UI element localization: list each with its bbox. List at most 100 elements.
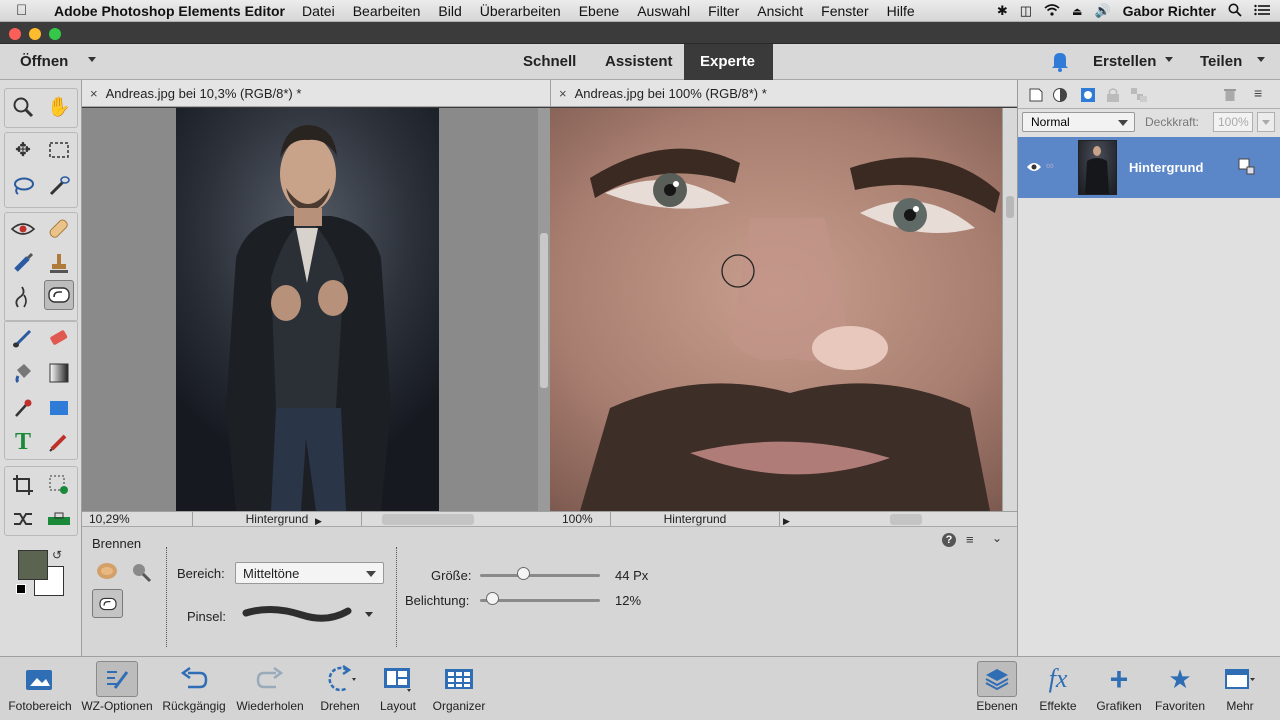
- app-name[interactable]: Adobe Photoshop Elements Editor: [54, 3, 285, 19]
- favorites-button[interactable]: ★ Favoriten: [1150, 661, 1210, 719]
- panel-menu-icon[interactable]: ≡: [1254, 85, 1262, 101]
- menu-ansicht[interactable]: Ansicht: [757, 3, 803, 19]
- background-lock-icon[interactable]: [1238, 158, 1256, 181]
- red-eye-tool-icon[interactable]: [8, 214, 38, 244]
- lock-transparency-icon[interactable]: [1130, 87, 1148, 108]
- adjustment-layer-icon[interactable]: [1052, 87, 1072, 108]
- apple-icon[interactable]: : [16, 2, 36, 19]
- size-slider-handle[interactable]: [517, 567, 531, 580]
- delete-layer-icon[interactable]: [1223, 86, 1237, 107]
- paint-bucket-icon[interactable]: [8, 358, 38, 388]
- brush-dropdown-icon[interactable]: [365, 612, 373, 617]
- layer-link-icon[interactable]: ∞: [1046, 160, 1054, 172]
- blend-mode-select[interactable]: Normal: [1022, 112, 1135, 132]
- sponge-tool-option-icon[interactable]: [130, 561, 152, 586]
- bluetooth-icon[interactable]: ✱: [997, 3, 1008, 19]
- layout-button[interactable]: Layout: [372, 661, 424, 719]
- menu-hilfe[interactable]: Hilfe: [887, 3, 915, 19]
- layers-panel-button[interactable]: Ebenen: [972, 661, 1022, 719]
- tab-assistent[interactable]: Assistent: [589, 44, 689, 80]
- brush-preview[interactable]: [242, 599, 352, 632]
- options-menu-icon[interactable]: ≡: [966, 532, 974, 547]
- zoom-level[interactable]: 100%: [562, 512, 593, 527]
- volume-icon[interactable]: 🔊: [1094, 3, 1110, 19]
- canvas-left[interactable]: [82, 108, 550, 511]
- lock-all-icon[interactable]: [1106, 87, 1120, 108]
- layer-name[interactable]: Hintergrund: [1129, 160, 1203, 175]
- swap-colors-icon[interactable]: ↺: [52, 548, 62, 562]
- zoom-window-button[interactable]: [49, 28, 61, 40]
- horizontal-scrollbar-right[interactable]: [890, 514, 922, 525]
- new-layer-icon[interactable]: [1028, 87, 1044, 108]
- create-dropdown-icon[interactable]: [1165, 57, 1173, 62]
- lasso-tool-icon[interactable]: [8, 171, 38, 201]
- create-button[interactable]: Erstellen: [1093, 53, 1156, 70]
- undo-button[interactable]: Rückgängig: [158, 661, 230, 719]
- menu-bild[interactable]: Bild: [438, 3, 461, 19]
- open-button[interactable]: Öffnen: [20, 53, 68, 70]
- spot-healing-brush-icon[interactable]: [44, 214, 74, 244]
- menu-fenster[interactable]: Fenster: [821, 3, 868, 19]
- redo-button[interactable]: Wiederholen: [232, 661, 308, 719]
- layer-mask-icon[interactable]: [1080, 87, 1096, 108]
- eyedropper-icon[interactable]: [8, 393, 38, 423]
- menu-ueberarbeiten[interactable]: Überarbeiten: [480, 3, 561, 19]
- crop-tool-icon[interactable]: [8, 470, 38, 500]
- minimize-window-button[interactable]: [29, 28, 41, 40]
- layer-row-hintergrund[interactable]: ∞ Hintergrund: [1018, 137, 1280, 198]
- dodge-tool-option-icon[interactable]: [92, 589, 123, 618]
- pencil-tool-icon[interactable]: [44, 427, 74, 457]
- range-select[interactable]: Mitteltöne: [235, 562, 384, 584]
- hand-tool-icon[interactable]: ✋: [44, 92, 74, 122]
- help-icon[interactable]: ?: [942, 533, 956, 547]
- quick-selection-tool-icon[interactable]: [44, 171, 74, 201]
- opacity-dropdown-icon[interactable]: [1257, 112, 1275, 132]
- default-colors-icon[interactable]: [16, 584, 26, 594]
- more-button[interactable]: Mehr: [1214, 661, 1266, 719]
- zoom-level[interactable]: 10,29%: [89, 512, 130, 527]
- share-dropdown-icon[interactable]: [1257, 57, 1265, 62]
- straighten-tool-icon[interactable]: [44, 504, 74, 534]
- clone-stamp-icon[interactable]: [44, 248, 74, 278]
- menu-auswahl[interactable]: Auswahl: [637, 3, 690, 19]
- exposure-slider-handle[interactable]: [486, 592, 499, 605]
- menu-ebene[interactable]: Ebene: [579, 3, 619, 19]
- notification-list-icon[interactable]: [1254, 3, 1270, 19]
- shape-tool-icon[interactable]: [44, 393, 74, 423]
- share-button[interactable]: Teilen: [1200, 53, 1242, 70]
- handoff-icon[interactable]: ◫: [1020, 3, 1032, 19]
- organizer-button[interactable]: Organizer: [428, 661, 490, 719]
- move-tool-icon[interactable]: ✥: [8, 135, 38, 165]
- eraser-tool-icon[interactable]: [44, 323, 74, 353]
- wifi-icon[interactable]: [1044, 3, 1060, 19]
- recompose-tool-icon[interactable]: [44, 470, 74, 500]
- collapse-options-icon[interactable]: ⌄: [992, 531, 1002, 545]
- tab-experte[interactable]: Experte: [684, 44, 773, 80]
- menu-datei[interactable]: Datei: [302, 3, 335, 19]
- eject-icon[interactable]: ⏏: [1072, 5, 1082, 18]
- user-name[interactable]: Gabor Richter: [1123, 3, 1216, 19]
- text-tool-icon[interactable]: T: [8, 427, 38, 457]
- close-document-icon[interactable]: ×: [559, 86, 567, 101]
- tool-options-button[interactable]: WZ-Optionen: [78, 661, 156, 719]
- zoom-tool-icon[interactable]: [8, 92, 38, 122]
- content-aware-move-icon[interactable]: [8, 504, 38, 534]
- rotate-button[interactable]: Drehen: [310, 661, 370, 719]
- marquee-tool-icon[interactable]: [44, 135, 74, 165]
- photo-bin-button[interactable]: Fotobereich: [4, 661, 76, 719]
- close-window-button[interactable]: [9, 28, 21, 40]
- horizontal-scrollbar-left[interactable]: [382, 514, 474, 525]
- visibility-eye-icon[interactable]: [1026, 160, 1042, 178]
- open-dropdown-icon[interactable]: [88, 57, 96, 62]
- smart-brush-icon[interactable]: [8, 248, 38, 278]
- gradient-tool-icon[interactable]: [44, 358, 74, 388]
- vertical-scrollbar-left[interactable]: [538, 108, 550, 511]
- close-document-icon[interactable]: ×: [90, 86, 98, 101]
- spotlight-search-icon[interactable]: [1228, 3, 1242, 20]
- canvas-right[interactable]: [550, 108, 1017, 511]
- graphics-button[interactable]: + Grafiken: [1092, 661, 1146, 719]
- burn-tool-option-icon[interactable]: [96, 561, 118, 584]
- burn-tool-icon[interactable]: [44, 280, 74, 310]
- size-slider-track[interactable]: [480, 574, 600, 577]
- opacity-input[interactable]: 100%: [1213, 112, 1253, 132]
